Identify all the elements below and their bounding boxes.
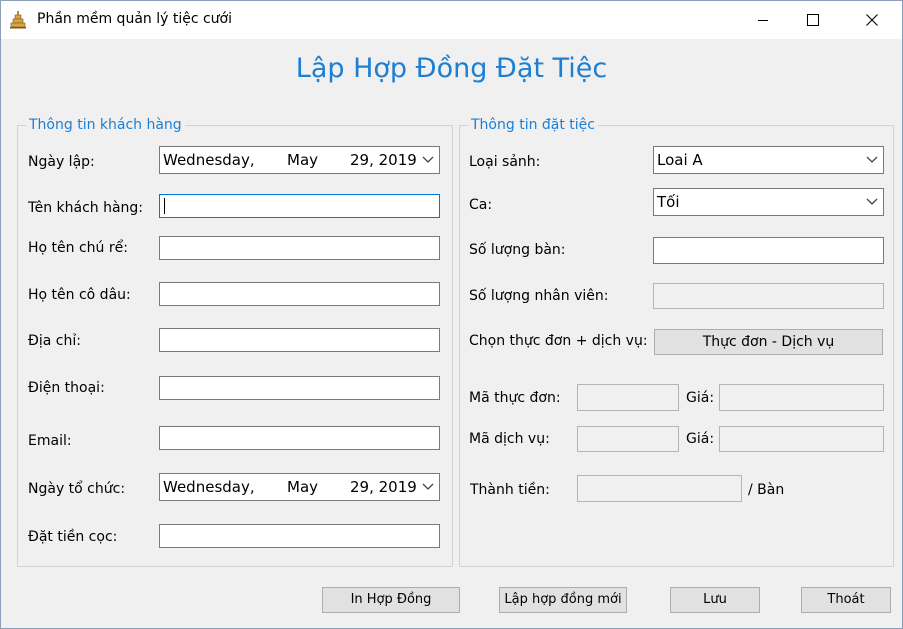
ca-select[interactable]: Tối	[653, 188, 884, 216]
loai-sanh-select[interactable]: Loai A	[653, 146, 884, 174]
chu-re-label: Họ tên chú rể:	[28, 240, 128, 256]
loai-sanh-value: Loai A	[657, 151, 703, 169]
wedding-cake-icon	[10, 11, 26, 29]
ngay-lap-datepicker[interactable]: Wednesday, May 29, 2019	[159, 146, 440, 174]
print-contract-button[interactable]: In Hợp Đồng	[322, 587, 460, 613]
dien-thoai-label: Điện thoại:	[28, 380, 105, 396]
gia-thuc-don-input	[719, 384, 884, 411]
ngay-lap-label: Ngày lập:	[28, 154, 95, 170]
ma-thuc-don-input	[577, 384, 679, 411]
ngay-lap-weekday: Wednesday,	[163, 151, 255, 169]
ngay-lap-dayyear: 29, 2019	[350, 151, 417, 169]
save-button[interactable]: Lưu	[670, 587, 760, 613]
window-title: Phần mềm quản lý tiệc cưới	[37, 11, 233, 27]
maximize-button[interactable]	[790, 1, 836, 39]
per-table-label: / Bàn	[748, 482, 785, 498]
ca-label: Ca:	[469, 197, 493, 213]
ngay-to-chuc-dayyear: 29, 2019	[350, 478, 417, 496]
so-luong-ban-label: Số lượng bàn:	[469, 242, 566, 258]
form-title: Lập Hợp Đồng Đặt Tiệc	[295, 53, 608, 84]
so-luong-ban-input[interactable]	[653, 237, 884, 264]
dia-chi-input[interactable]	[159, 328, 440, 352]
close-button[interactable]	[849, 1, 895, 39]
customer-info-legend: Thông tin khách hàng	[29, 117, 182, 133]
ma-dich-vu-input	[577, 426, 679, 452]
exit-button[interactable]: Thoát	[801, 587, 891, 613]
gia-thuc-don-label: Giá:	[686, 390, 715, 406]
gia-dich-vu-input	[719, 426, 884, 452]
dia-chi-label: Địa chỉ:	[28, 333, 81, 349]
close-icon	[866, 14, 878, 26]
ten-khach-hang-input[interactable]	[159, 194, 440, 218]
email-label: Email:	[28, 433, 72, 449]
ca-value: Tối	[657, 193, 680, 211]
co-dau-input[interactable]	[159, 282, 440, 306]
thuc-don-dich-vu-button[interactable]: Thực đơn - Dịch vụ	[654, 329, 883, 355]
chevron-down-icon[interactable]	[422, 156, 434, 164]
dien-thoai-input[interactable]	[159, 376, 440, 400]
main-window: Phần mềm quản lý tiệc cưới Lập Hợp Đồng …	[0, 0, 903, 629]
gia-dich-vu-label: Giá:	[686, 431, 715, 447]
ma-thuc-don-label: Mã thực đơn:	[469, 390, 561, 406]
ngay-to-chuc-weekday: Wednesday,	[163, 478, 255, 496]
chevron-down-icon[interactable]	[866, 198, 878, 206]
ngay-to-chuc-datepicker[interactable]: Wednesday, May 29, 2019	[159, 473, 440, 501]
ngay-to-chuc-label: Ngày tổ chức:	[28, 481, 126, 497]
loai-sanh-label: Loại sảnh:	[469, 154, 541, 170]
ngay-to-chuc-month: May	[287, 478, 319, 496]
chevron-down-icon[interactable]	[866, 156, 878, 164]
new-contract-button[interactable]: Lập hợp đồng mới	[499, 587, 627, 613]
chevron-down-icon[interactable]	[422, 483, 434, 491]
booking-info-legend: Thông tin đặt tiệc	[471, 117, 595, 133]
minimize-button[interactable]	[740, 1, 786, 39]
dat-tien-coc-input[interactable]	[159, 524, 440, 548]
so-luong-nv-input	[653, 283, 884, 309]
chon-thuc-don-label: Chọn thực đơn + dịch vụ:	[469, 333, 648, 349]
minimize-icon	[758, 20, 768, 21]
ten-khach-hang-label: Tên khách hàng:	[28, 200, 144, 216]
dat-tien-coc-label: Đặt tiền cọc:	[28, 529, 118, 545]
ma-dich-vu-label: Mã dịch vụ:	[469, 431, 550, 447]
email-input[interactable]	[159, 426, 440, 450]
thanh-tien-input	[577, 475, 742, 502]
co-dau-label: Họ tên cô dâu:	[28, 287, 131, 303]
ngay-lap-month: May	[287, 151, 319, 169]
chu-re-input[interactable]	[159, 236, 440, 260]
title-bar[interactable]: Phần mềm quản lý tiệc cưới	[1, 1, 902, 39]
thanh-tien-label: Thành tiền:	[470, 482, 550, 498]
maximize-icon	[807, 14, 819, 26]
text-caret	[164, 198, 165, 214]
so-luong-nv-label: Số lượng nhân viên:	[469, 288, 609, 304]
